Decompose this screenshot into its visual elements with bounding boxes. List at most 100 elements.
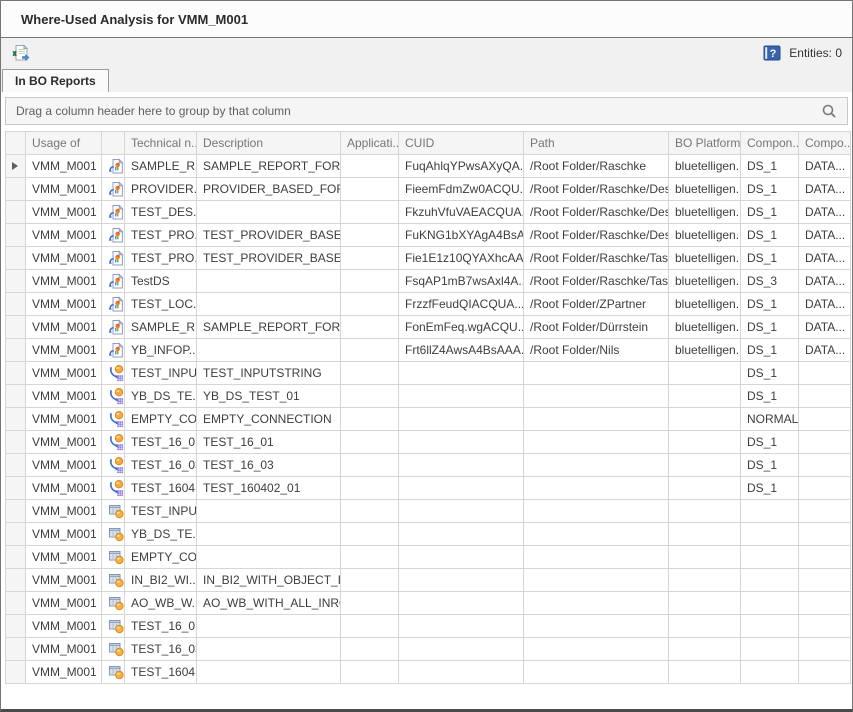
cell-type-icon[interactable] <box>102 339 125 362</box>
row-selector-cell[interactable] <box>6 339 26 362</box>
cell-component-1[interactable]: DS_1 <box>741 155 799 178</box>
help-icon[interactable]: ? <box>763 45 781 61</box>
cell-usage-of[interactable]: VMM_M001 <box>26 293 102 316</box>
row-selector-cell[interactable] <box>6 477 26 500</box>
cell-bo-platform[interactable]: bluetelligen... <box>669 316 741 339</box>
cell-path[interactable] <box>524 615 669 638</box>
cell-type-icon[interactable] <box>102 224 125 247</box>
column-header-component-1[interactable]: Compon... <box>741 132 799 155</box>
cell-type-icon[interactable] <box>102 293 125 316</box>
cell-component-1[interactable]: DS_1 <box>741 201 799 224</box>
cell-component-1[interactable]: DS_1 <box>741 293 799 316</box>
table-row[interactable]: VMM_M001 TEST_PRO... TEST_PROVIDER_BASED… <box>6 224 851 247</box>
cell-technical-name[interactable]: TEST_16_01 <box>125 615 197 638</box>
cell-technical-name[interactable]: TEST_PRO... <box>125 224 197 247</box>
cell-component-1[interactable]: DS_1 <box>741 316 799 339</box>
cell-type-icon[interactable] <box>102 500 125 523</box>
cell-component-1[interactable]: DS_1 <box>741 454 799 477</box>
cell-technical-name[interactable]: TEST_INPU... <box>125 362 197 385</box>
row-selector-cell[interactable] <box>6 270 26 293</box>
cell-cuid[interactable]: Frt6llZ4AwsA4BsAAA... <box>399 339 524 362</box>
row-selector-cell[interactable] <box>6 224 26 247</box>
row-selector-cell[interactable] <box>6 569 26 592</box>
cell-technical-name[interactable]: EMPTY_CO... <box>125 546 197 569</box>
cell-cuid[interactable]: FsqAP1mB7wsAxl4A... <box>399 270 524 293</box>
cell-component-1[interactable] <box>741 615 799 638</box>
row-selector-cell[interactable] <box>6 615 26 638</box>
table-row[interactable]: VMM_M001 TEST_INPU... TEST_INPUTSTRING D… <box>6 362 851 385</box>
cell-usage-of[interactable]: VMM_M001 <box>26 592 102 615</box>
cell-cuid[interactable]: FuqAhlqYPwsAXyQA... <box>399 155 524 178</box>
cell-path[interactable]: /Root Folder/Nils <box>524 339 669 362</box>
cell-usage-of[interactable]: VMM_M001 <box>26 339 102 362</box>
cell-description[interactable]: YB_DS_TEST_01 <box>197 385 341 408</box>
column-header-bo-platform[interactable]: BO Platform <box>669 132 741 155</box>
cell-usage-of[interactable]: VMM_M001 <box>26 500 102 523</box>
cell-cuid[interactable]: FkzuhVfuVAEACQUA... <box>399 201 524 224</box>
cell-cuid[interactable] <box>399 546 524 569</box>
cell-component-2[interactable]: DATA... <box>799 339 851 362</box>
table-row[interactable]: VMM_M001 TEST_16_03 TEST_16_03 DS_1 <box>6 454 851 477</box>
cell-cuid[interactable] <box>399 523 524 546</box>
cell-bo-platform[interactable] <box>669 523 741 546</box>
cell-type-icon[interactable] <box>102 178 125 201</box>
cell-application[interactable] <box>341 638 399 661</box>
cell-usage-of[interactable]: VMM_M001 <box>26 638 102 661</box>
cell-type-icon[interactable] <box>102 592 125 615</box>
cell-bo-platform[interactable]: bluetelligen... <box>669 270 741 293</box>
cell-description[interactable] <box>197 270 341 293</box>
row-selector-cell[interactable] <box>6 201 26 224</box>
row-selector-cell[interactable] <box>6 523 26 546</box>
cell-description[interactable] <box>197 201 341 224</box>
cell-bo-platform[interactable] <box>669 477 741 500</box>
cell-type-icon[interactable] <box>102 362 125 385</box>
cell-application[interactable] <box>341 316 399 339</box>
cell-path[interactable] <box>524 477 669 500</box>
cell-description[interactable]: AO_WB_WITH_ALL_INROV <box>197 592 341 615</box>
cell-type-icon[interactable] <box>102 569 125 592</box>
excel-export-icon[interactable] <box>11 44 30 63</box>
row-selector-cell[interactable] <box>6 431 26 454</box>
group-by-panel[interactable]: Drag a column header here to group by th… <box>5 97 848 125</box>
table-row[interactable]: VMM_M001 SAMPLE_R... SAMPLE_REPORT_FOR_T… <box>6 155 851 178</box>
cell-bo-platform[interactable] <box>669 500 741 523</box>
cell-type-icon[interactable] <box>102 638 125 661</box>
table-row[interactable]: VMM_M001 TEST_PRO... TEST_PROVIDER_BASED… <box>6 247 851 270</box>
column-header-technical-name[interactable]: Technical n... <box>125 132 197 155</box>
cell-path[interactable] <box>524 592 669 615</box>
cell-description[interactable] <box>197 339 341 362</box>
cell-type-icon[interactable] <box>102 523 125 546</box>
cell-bo-platform[interactable] <box>669 385 741 408</box>
cell-component-2[interactable] <box>799 408 851 431</box>
cell-technical-name[interactable]: PROVIDER... <box>125 178 197 201</box>
cell-bo-platform[interactable]: bluetelligen... <box>669 293 741 316</box>
cell-type-icon[interactable] <box>102 661 125 684</box>
cell-component-2[interactable] <box>799 546 851 569</box>
cell-usage-of[interactable]: VMM_M001 <box>26 454 102 477</box>
cell-component-2[interactable] <box>799 500 851 523</box>
cell-bo-platform[interactable]: bluetelligen... <box>669 201 741 224</box>
cell-component-1[interactable] <box>741 569 799 592</box>
cell-component-2[interactable]: DATA... <box>799 201 851 224</box>
cell-path[interactable]: /Root Folder/ZPartner <box>524 293 669 316</box>
search-icon[interactable] <box>821 103 837 119</box>
table-row[interactable]: VMM_M001 YB_DS_TE... <box>6 523 851 546</box>
row-selector-cell[interactable] <box>6 500 26 523</box>
cell-application[interactable] <box>341 431 399 454</box>
row-selector-cell[interactable] <box>6 247 26 270</box>
cell-technical-name[interactable]: TEST_INPU... <box>125 500 197 523</box>
cell-description[interactable]: SAMPLE_REPORT_FOR_T... <box>197 316 341 339</box>
cell-usage-of[interactable]: VMM_M001 <box>26 224 102 247</box>
cell-bo-platform[interactable] <box>669 454 741 477</box>
cell-application[interactable] <box>341 523 399 546</box>
cell-application[interactable] <box>341 224 399 247</box>
cell-component-1[interactable]: DS_3 <box>741 270 799 293</box>
row-selector-cell[interactable] <box>6 316 26 339</box>
cell-component-2[interactable]: DATA... <box>799 316 851 339</box>
table-row[interactable]: VMM_M001 PROVIDER... PROVIDER_BASED_FOR_… <box>6 178 851 201</box>
cell-component-1[interactable] <box>741 500 799 523</box>
cell-application[interactable] <box>341 477 399 500</box>
cell-type-icon[interactable] <box>102 408 125 431</box>
cell-application[interactable] <box>341 569 399 592</box>
cell-path[interactable] <box>524 385 669 408</box>
